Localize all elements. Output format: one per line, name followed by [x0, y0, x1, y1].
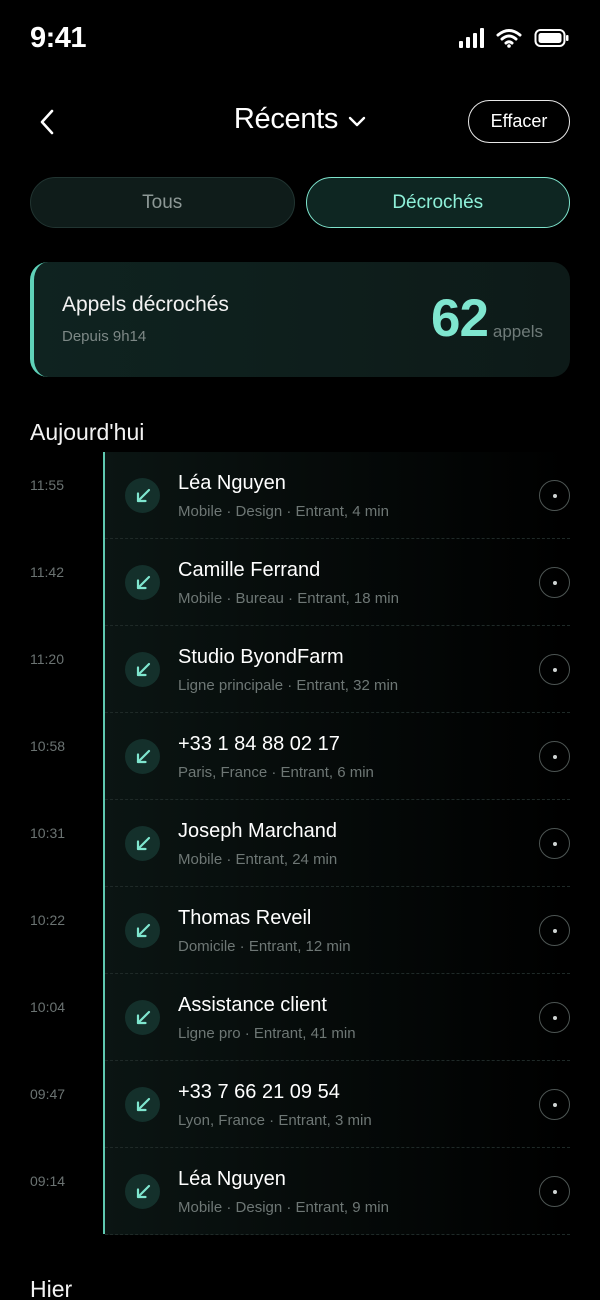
call-time: 10:04: [30, 999, 66, 1015]
call-row[interactable]: 10:04 Assistance client Ligne pro · Entran…: [0, 974, 600, 1061]
status-time: 9:41: [30, 22, 87, 54]
summary-title: Appels décrochés: [62, 293, 229, 316]
call-name: Studio ByondFarm: [178, 646, 344, 668]
back-button[interactable]: [30, 105, 64, 139]
chevron-left-icon: [40, 109, 54, 135]
call-row[interactable]: 09:14 Léa Nguyen Mobile · Design · Entrant…: [0, 1148, 600, 1235]
tab-answered[interactable]: Décrochés: [305, 177, 570, 228]
call-name: Assistance client: [178, 994, 327, 1016]
incoming-call-arrow-icon: [125, 1174, 160, 1209]
info-dot-icon: [552, 667, 557, 672]
title-dropdown-toggle[interactable]: [348, 116, 366, 128]
info-dot-icon: [552, 754, 557, 759]
filter-segmented-control: Tous Décrochés: [30, 177, 570, 228]
call-row[interactable]: 11:42 Camille Ferrand Mobile · Bureau · En…: [0, 539, 600, 626]
call-detail: Lyon, France · Entrant, 3 min: [178, 1112, 372, 1129]
info-dot-icon: [552, 928, 557, 933]
call-row[interactable]: 11:55 Léa Nguyen Mobile · Design · Entrant…: [0, 452, 600, 539]
call-name: Thomas Reveil: [178, 907, 312, 929]
call-card: Thomas Reveil Domicile · Entrant, 12 min: [105, 887, 570, 974]
incoming-call-arrow-icon: [125, 652, 160, 687]
call-row[interactable]: 10:31 Joseph Marchand Mobile · Entrant, 24…: [0, 800, 600, 887]
call-info-button[interactable]: [539, 828, 570, 859]
incoming-call-arrow-icon: [125, 478, 160, 513]
answered-calls-summary-card: Appels décrochés Depuis 9h14 62 appels: [30, 262, 570, 377]
status-icons: [459, 28, 570, 48]
call-detail: Mobile · Entrant, 24 min: [178, 851, 338, 868]
call-info-button[interactable]: [539, 1002, 570, 1033]
status-bar: 9:41: [0, 0, 600, 80]
call-row[interactable]: 11:20 Studio ByondFarm Ligne principale · …: [0, 626, 600, 713]
call-info-button[interactable]: [539, 480, 570, 511]
summary-count: 62: [431, 289, 489, 348]
call-card: Camille Ferrand Mobile · Bureau · Entrant…: [105, 539, 570, 626]
call-time: 11:20: [30, 651, 64, 667]
call-info-button[interactable]: [539, 915, 570, 946]
call-row[interactable]: 10:58 +33 1 84 88 02 17 Paris, France · En…: [0, 713, 600, 800]
info-dot-icon: [552, 1015, 557, 1020]
incoming-call-arrow-icon: [125, 1000, 160, 1035]
recents-screen: 9:41 Récents Effacer Tous Décrochés Appe…: [0, 0, 600, 1300]
incoming-call-arrow-icon: [125, 565, 160, 600]
call-card: Joseph Marchand Mobile · Entrant, 24 min: [105, 800, 570, 887]
call-card: Léa Nguyen Mobile · Design · Entrant, 4 m…: [105, 452, 570, 539]
call-detail: Mobile · Design · Entrant, 4 min: [178, 503, 389, 520]
call-name: Léa Nguyen: [178, 1168, 286, 1190]
call-card: Studio ByondFarm Ligne principale · Entra…: [105, 626, 570, 713]
wifi-icon: [496, 29, 522, 48]
call-detail: Ligne principale · Entrant, 32 min: [178, 677, 399, 694]
call-detail: Mobile · Design · Entrant, 9 min: [178, 1199, 389, 1216]
incoming-call-arrow-icon: [125, 1087, 160, 1122]
call-detail: Mobile · Bureau · Entrant, 18 min: [178, 590, 399, 607]
call-name: Camille Ferrand: [178, 559, 321, 581]
tab-all[interactable]: Tous: [30, 177, 295, 228]
call-name: Léa Nguyen: [178, 472, 286, 494]
incoming-call-arrow-icon: [125, 739, 160, 774]
info-dot-icon: [552, 1189, 557, 1194]
battery-icon: [534, 29, 569, 47]
call-card: +33 7 66 21 09 54 Lyon, France · Entrant,…: [105, 1061, 570, 1148]
chevron-down-icon: [348, 116, 366, 126]
call-row[interactable]: 09:47 +33 7 66 21 09 54 Lyon, France · Ent…: [0, 1061, 600, 1148]
call-time: 10:22: [30, 912, 66, 928]
info-dot-icon: [552, 580, 557, 585]
call-card: Assistance client Ligne pro · Entrant, 41…: [105, 974, 570, 1061]
call-card: +33 1 84 88 02 17 Paris, France · Entrant…: [105, 713, 570, 800]
summary-subtitle: Depuis 9h14: [62, 328, 147, 345]
summary-unit: appels: [492, 322, 543, 341]
clear-button[interactable]: Effacer: [468, 100, 570, 143]
info-dot-icon: [552, 493, 557, 498]
call-info-button[interactable]: [539, 654, 570, 685]
call-name: +33 7 66 21 09 54: [178, 1081, 340, 1103]
call-time: 11:42: [30, 564, 64, 580]
call-name: Joseph Marchand: [178, 820, 337, 842]
call-detail: Domicile · Entrant, 12 min: [178, 938, 351, 955]
section-header-today: Aujourd'hui: [30, 419, 145, 445]
call-time: 09:14: [30, 1173, 66, 1189]
call-detail: Paris, France · Entrant, 6 min: [178, 764, 374, 781]
call-card: Léa Nguyen Mobile · Design · Entrant, 9 m…: [105, 1148, 570, 1235]
call-list: 11:55 Léa Nguyen Mobile · Design · Entrant…: [0, 452, 600, 1235]
call-info-button[interactable]: [539, 1089, 570, 1120]
call-info-button[interactable]: [539, 567, 570, 598]
call-name: +33 1 84 88 02 17: [178, 733, 340, 755]
section-header-yesterday: Hier: [30, 1276, 73, 1300]
page-title[interactable]: Récents: [234, 103, 339, 136]
call-time: 11:55: [30, 477, 64, 493]
incoming-call-arrow-icon: [125, 913, 160, 948]
call-row[interactable]: 10:22 Thomas Reveil Domicile · Entrant, 12…: [0, 887, 600, 974]
call-time: 10:58: [30, 738, 66, 754]
call-detail: Ligne pro · Entrant, 41 min: [178, 1025, 356, 1042]
call-time: 10:31: [30, 825, 66, 841]
call-info-button[interactable]: [539, 1176, 570, 1207]
navigation-bar: Récents Effacer: [0, 95, 600, 150]
signal-icon: [459, 28, 484, 48]
call-time: 09:47: [30, 1086, 66, 1102]
info-dot-icon: [552, 1102, 557, 1107]
info-dot-icon: [552, 841, 557, 846]
call-info-button[interactable]: [539, 741, 570, 772]
incoming-call-arrow-icon: [125, 826, 160, 861]
